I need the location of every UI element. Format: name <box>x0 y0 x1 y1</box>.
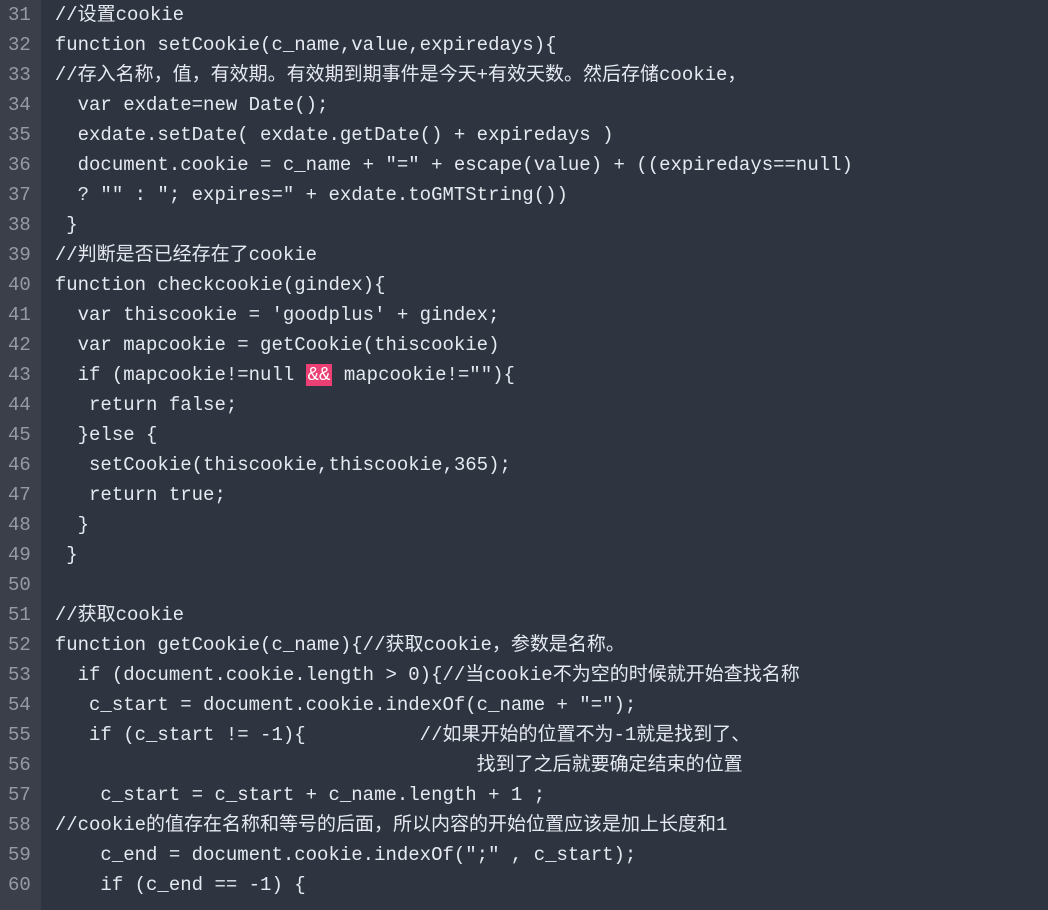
code-line[interactable]: c_end = document.cookie.indexOf(";" , c_… <box>55 840 1048 870</box>
code-token: }else { <box>55 424 158 446</box>
code-token: //存入名称，值，有效期。有效期到期事件是今天+有效天数。然后存储cookie， <box>55 64 747 86</box>
line-number: 59 <box>8 840 31 870</box>
code-line[interactable]: //设置cookie <box>55 0 1048 30</box>
line-number: 38 <box>8 210 31 240</box>
line-number: 34 <box>8 90 31 120</box>
line-number: 45 <box>8 420 31 450</box>
code-token: ? "" : "; expires=" + exdate.toGMTString… <box>55 184 568 206</box>
code-line[interactable]: } <box>55 510 1048 540</box>
code-token: } <box>55 514 89 536</box>
code-token: && <box>306 364 333 386</box>
code-token: return true; <box>55 484 226 506</box>
code-line[interactable]: return false; <box>55 390 1048 420</box>
code-line[interactable]: return true; <box>55 480 1048 510</box>
line-number: 54 <box>8 690 31 720</box>
code-content-area[interactable]: //设置cookie function setCookie(c_name,valu… <box>41 0 1048 910</box>
line-number: 36 <box>8 150 31 180</box>
code-line[interactable]: document.cookie = c_name + "=" + escape(… <box>55 150 1048 180</box>
code-token: function checkcookie(gindex){ <box>55 274 386 296</box>
code-token: //cookie的值存在名称和等号的后面，所以内容的开始位置应该是加上长度和1 <box>55 814 728 836</box>
line-number: 35 <box>8 120 31 150</box>
code-line[interactable]: if (document.cookie.length > 0){//当cooki… <box>55 660 1048 690</box>
line-number: 48 <box>8 510 31 540</box>
code-token: if (mapcookie!=null <box>55 364 306 386</box>
code-token: if (c_end == -1) { <box>55 874 306 896</box>
code-token: var mapcookie = getCookie(thiscookie) <box>55 334 500 356</box>
code-line[interactable]: if (mapcookie!=null && mapcookie!=""){ <box>55 360 1048 390</box>
line-number: 58 <box>8 810 31 840</box>
code-token: //判断是否已经存在了cookie <box>55 244 317 266</box>
line-number: 40 <box>8 270 31 300</box>
code-line[interactable]: //cookie的值存在名称和等号的后面，所以内容的开始位置应该是加上长度和1 <box>55 810 1048 840</box>
code-line[interactable]: } <box>55 540 1048 570</box>
line-number: 43 <box>8 360 31 390</box>
line-number: 31 <box>8 0 31 30</box>
code-token: c_start = c_start + c_name.length + 1 ; <box>55 784 545 806</box>
code-line[interactable]: if (c_end == -1) { <box>55 870 1048 900</box>
code-token: return false; <box>55 394 237 416</box>
line-number: 47 <box>8 480 31 510</box>
code-token: //设置cookie <box>55 4 184 26</box>
code-token: if (document.cookie.length > 0){//当cooki… <box>55 664 800 686</box>
line-number: 60 <box>8 870 31 900</box>
line-number: 32 <box>8 30 31 60</box>
code-token: var exdate=new Date(); <box>55 94 329 116</box>
line-number-gutter: 3132333435363738394041424344454647484950… <box>0 0 41 910</box>
line-number: 56 <box>8 750 31 780</box>
code-token: setCookie(thiscookie,thiscookie,365); <box>55 454 511 476</box>
code-token: document.cookie = c_name + "=" + escape(… <box>55 154 853 176</box>
code-line[interactable]: function checkcookie(gindex){ <box>55 270 1048 300</box>
code-token: c_end = document.cookie.indexOf(";" , c_… <box>55 844 637 866</box>
line-number: 42 <box>8 330 31 360</box>
code-token: function getCookie(c_name){//获取cookie，参数… <box>55 634 625 656</box>
code-line[interactable]: var thiscookie = 'goodplus' + gindex; <box>55 300 1048 330</box>
code-line[interactable]: //存入名称，值，有效期。有效期到期事件是今天+有效天数。然后存储cookie， <box>55 60 1048 90</box>
line-number: 44 <box>8 390 31 420</box>
code-editor: 3132333435363738394041424344454647484950… <box>0 0 1048 910</box>
line-number: 39 <box>8 240 31 270</box>
line-number: 57 <box>8 780 31 810</box>
code-token: 找到了之后就要确定结束的位置 <box>55 754 743 776</box>
line-number: 33 <box>8 60 31 90</box>
code-token: //获取cookie <box>55 604 184 626</box>
code-line[interactable]: 找到了之后就要确定结束的位置 <box>55 750 1048 780</box>
line-number: 37 <box>8 180 31 210</box>
code-line[interactable]: } <box>55 210 1048 240</box>
code-line[interactable]: setCookie(thiscookie,thiscookie,365); <box>55 450 1048 480</box>
code-line[interactable]: var mapcookie = getCookie(thiscookie) <box>55 330 1048 360</box>
code-line[interactable] <box>55 570 1048 600</box>
code-token: } <box>55 544 78 566</box>
code-token: exdate.setDate( exdate.getDate() + expir… <box>55 124 614 146</box>
code-line[interactable]: function getCookie(c_name){//获取cookie，参数… <box>55 630 1048 660</box>
line-number: 49 <box>8 540 31 570</box>
code-line[interactable]: c_start = c_start + c_name.length + 1 ; <box>55 780 1048 810</box>
code-line[interactable]: function setCookie(c_name,value,expireda… <box>55 30 1048 60</box>
code-line[interactable]: var exdate=new Date(); <box>55 90 1048 120</box>
code-token: var thiscookie = 'goodplus' + gindex; <box>55 304 500 326</box>
code-token: c_start = document.cookie.indexOf(c_name… <box>55 694 637 716</box>
line-number: 51 <box>8 600 31 630</box>
code-token: function setCookie(c_name,value,expireda… <box>55 34 557 56</box>
line-number: 55 <box>8 720 31 750</box>
code-line[interactable]: if (c_start != -1){ //如果开始的位置不为-1就是找到了、 <box>55 720 1048 750</box>
code-line[interactable]: exdate.setDate( exdate.getDate() + expir… <box>55 120 1048 150</box>
line-number: 50 <box>8 570 31 600</box>
code-token: } <box>55 214 78 236</box>
line-number: 46 <box>8 450 31 480</box>
code-line[interactable]: //获取cookie <box>55 600 1048 630</box>
code-line[interactable]: c_start = document.cookie.indexOf(c_name… <box>55 690 1048 720</box>
line-number: 52 <box>8 630 31 660</box>
line-number: 41 <box>8 300 31 330</box>
line-number: 53 <box>8 660 31 690</box>
code-line[interactable]: ? "" : "; expires=" + exdate.toGMTString… <box>55 180 1048 210</box>
code-token: if (c_start != -1){ //如果开始的位置不为-1就是找到了、 <box>55 724 750 746</box>
code-token: mapcookie!=""){ <box>332 364 514 386</box>
code-line[interactable]: }else { <box>55 420 1048 450</box>
code-line[interactable]: //判断是否已经存在了cookie <box>55 240 1048 270</box>
